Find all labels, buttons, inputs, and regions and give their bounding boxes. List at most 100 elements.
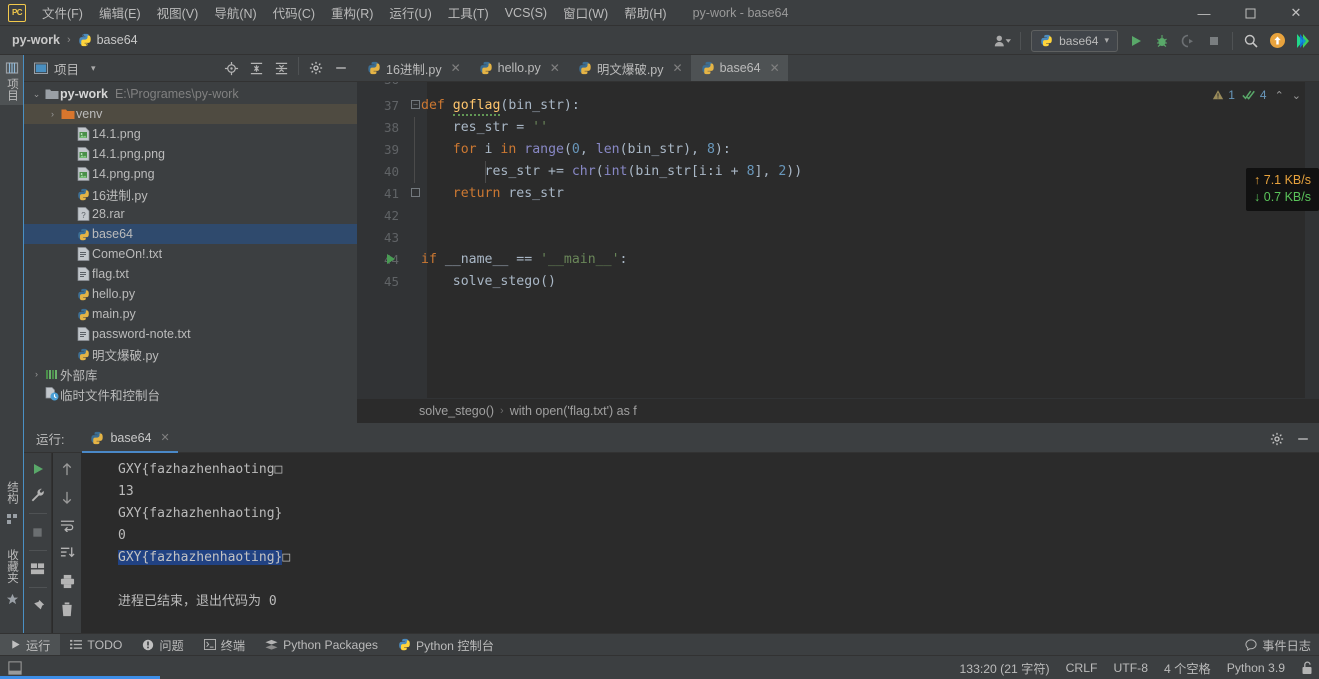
run-configuration-selector[interactable]: base64 ▾ [1031, 29, 1118, 52]
scroll-to-end-button[interactable] [56, 543, 78, 563]
tree-row[interactable]: 明文爆破.py [24, 344, 357, 364]
print-button[interactable] [56, 571, 78, 591]
tree-row[interactable]: 14.1.png.png [24, 144, 357, 164]
breadcrumb-file[interactable]: base64 [97, 33, 138, 47]
tree-row[interactable]: base64 [24, 224, 357, 244]
tree-row[interactable]: main.py [24, 304, 357, 324]
unlock-icon[interactable] [1301, 660, 1313, 675]
editor-tab[interactable]: 明文爆破.py ✕ [568, 55, 691, 81]
tree-row[interactable]: 16进制.py [24, 184, 357, 204]
search-icon[interactable] [1239, 30, 1263, 52]
menu-code[interactable]: 代码(C) [265, 0, 323, 26]
editor-tab[interactable]: hello.py ✕ [469, 55, 568, 81]
editor-scroll-gutter[interactable] [1305, 82, 1319, 398]
close-icon[interactable]: ✕ [550, 61, 560, 75]
scroll-down-button[interactable] [56, 487, 78, 507]
scroll-up-button[interactable] [56, 459, 78, 479]
menu-navigate[interactable]: 导航(N) [206, 0, 264, 26]
stop-button[interactable] [27, 522, 49, 542]
tree-expand-arrow-icon[interactable]: › [30, 369, 43, 379]
show-tool-windows-icon[interactable] [8, 660, 22, 675]
bottom-tab-run[interactable]: 运行 [0, 633, 61, 656]
menu-refactor[interactable]: 重构(R) [323, 0, 381, 26]
tree-row[interactable]: password-note.txt [24, 324, 357, 344]
menu-run[interactable]: 运行(U) [381, 0, 439, 26]
console-output[interactable]: GXY{fazhazhenhaoting□ 13 GXY{fazhazhenhaot… [82, 453, 1319, 633]
gear-icon[interactable] [304, 57, 328, 79]
bottom-tab-todo[interactable]: TODO [60, 634, 132, 656]
close-icon[interactable]: ✕ [161, 431, 170, 444]
console-selected-text[interactable]: GXY{fazhazhenhaoting} [118, 550, 283, 565]
tree-row[interactable]: ? 28.rar [24, 204, 357, 224]
run-button[interactable] [1124, 30, 1148, 52]
close-icon[interactable]: ✕ [770, 61, 780, 75]
file-encoding[interactable]: UTF-8 [1113, 661, 1148, 675]
sidebar-item-project[interactable]: 项目 [0, 55, 24, 105]
soft-wrap-button[interactable] [56, 515, 78, 535]
bottom-tab-problems[interactable]: 问题 [132, 634, 193, 656]
bottom-tab-terminal[interactable]: 终端 [194, 634, 255, 656]
gear-icon[interactable] [1265, 428, 1289, 450]
collapse-all-button[interactable] [269, 57, 293, 79]
user-account-icon[interactable] [990, 30, 1014, 52]
tree-row[interactable]: › 外部库 [24, 364, 357, 384]
editor-tab[interactable]: base64 ✕ [690, 55, 788, 81]
breadcrumb-function[interactable]: solve_stego() [419, 404, 494, 418]
run-tab-base64[interactable]: base64 ✕ [82, 425, 178, 453]
chevron-down-icon[interactable]: ⌄ [1292, 89, 1301, 102]
tree-row[interactable]: flag.txt [24, 264, 357, 284]
code-fold-end-icon[interactable] [411, 188, 420, 197]
pin-button[interactable] [27, 596, 49, 616]
indent-setting[interactable]: 4 个空格 [1164, 659, 1211, 677]
tree-row[interactable]: › venv [24, 104, 357, 124]
tree-expand-arrow-icon[interactable]: › [46, 109, 59, 119]
debug-button[interactable] [1150, 30, 1174, 52]
sidebar-item-favorites[interactable]: 收藏夹 [0, 545, 24, 610]
chevron-up-icon[interactable]: ⌃ [1275, 89, 1284, 102]
hide-panel-button[interactable] [329, 57, 353, 79]
tree-row[interactable]: ⌄ py-work E:\Programes\py-work [24, 84, 357, 104]
menu-view[interactable]: 视图(V) [149, 0, 207, 26]
expand-all-button[interactable] [244, 57, 268, 79]
python-interpreter[interactable]: Python 3.9 [1227, 661, 1285, 675]
tree-row[interactable]: 14.png.png [24, 164, 357, 184]
code-editor[interactable]: 3637−def goflag(bin_str):38 res_str = ''… [357, 82, 1319, 398]
breadcrumb-statement[interactable]: with open('flag.txt') as f [510, 404, 637, 418]
breadcrumb-project[interactable]: py-work [12, 33, 60, 47]
sidebar-item-structure[interactable]: 结构 [0, 477, 24, 529]
menu-window[interactable]: 窗口(W) [555, 0, 616, 26]
close-icon[interactable]: ✕ [451, 61, 461, 75]
maximize-button[interactable] [1227, 0, 1273, 26]
line-separator[interactable]: CRLF [1066, 661, 1098, 675]
menu-edit[interactable]: 编辑(E) [91, 0, 149, 26]
run-with-coverage-button[interactable] [1176, 30, 1200, 52]
chevron-down-icon[interactable]: ▾ [91, 63, 96, 74]
toolbox-icon[interactable] [1291, 30, 1315, 52]
menu-help[interactable]: 帮助(H) [616, 0, 674, 26]
cursor-position[interactable]: 133:20 (21 字符) [960, 659, 1050, 677]
hide-panel-button[interactable] [1291, 428, 1315, 450]
code-fold-collapse-icon[interactable]: − [411, 100, 420, 109]
clear-all-button[interactable] [56, 599, 78, 619]
menu-vcs[interactable]: VCS(S) [497, 2, 555, 24]
tree-row[interactable]: 14.1.png [24, 124, 357, 144]
close-button[interactable]: ✕ [1273, 0, 1319, 26]
event-log-button[interactable]: 事件日志 [1245, 636, 1311, 654]
tree-row[interactable]: ComeOn!.txt [24, 244, 357, 264]
minimize-button[interactable]: — [1181, 0, 1227, 26]
rerun-button[interactable] [27, 459, 49, 479]
update-available-icon[interactable] [1265, 30, 1289, 52]
menu-file[interactable]: 文件(F) [34, 0, 91, 26]
tree-row[interactable]: hello.py [24, 284, 357, 304]
menu-tools[interactable]: 工具(T) [440, 0, 497, 26]
tree-row[interactable]: 临时文件和控制台 [24, 384, 357, 404]
select-opened-file-button[interactable] [219, 57, 243, 79]
editor-tab[interactable]: 16进制.py ✕ [357, 55, 469, 81]
run-gutter-icon[interactable] [387, 254, 395, 264]
bottom-tab-python-packages[interactable]: Python Packages [255, 634, 388, 656]
tree-expand-arrow-icon[interactable]: ⌄ [30, 89, 43, 100]
close-icon[interactable]: ✕ [673, 61, 683, 75]
layout-settings-button[interactable] [27, 559, 49, 579]
bottom-tab-python-console[interactable]: Python 控制台 [388, 634, 504, 656]
stop-button[interactable] [1202, 30, 1226, 52]
